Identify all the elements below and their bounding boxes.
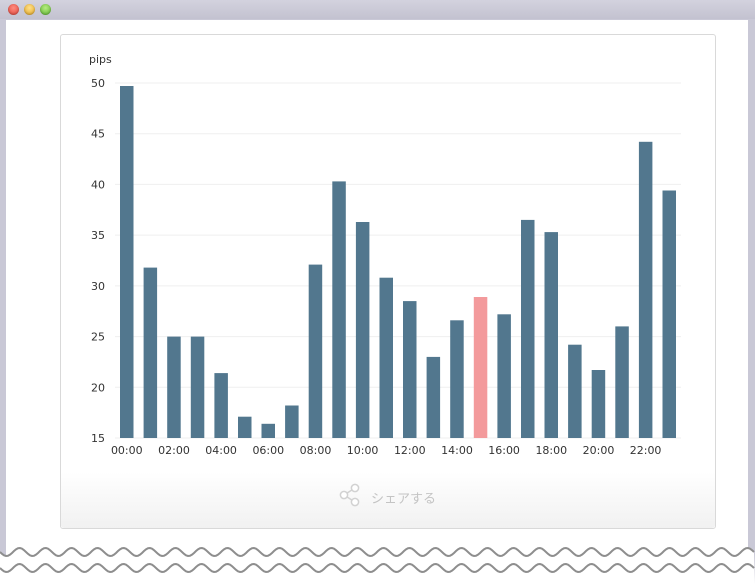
x-tick-label: 16:00 xyxy=(488,444,520,457)
bar-0200[interactable] xyxy=(167,336,181,438)
bar-2200[interactable] xyxy=(638,141,653,439)
bar-0600[interactable] xyxy=(261,423,276,438)
bar-1100[interactable] xyxy=(379,277,394,438)
x-tick-label: 02:00 xyxy=(158,444,190,457)
x-tick-label: 10:00 xyxy=(347,444,379,457)
bar-1500[interactable] xyxy=(473,297,488,438)
y-tick-label: 45 xyxy=(91,128,105,141)
share-label: シェアする xyxy=(371,491,437,507)
x-axis-ticks: 00:00 02:00 04:00 06:00 08:00 10:00 12:00 14:00… xyxy=(111,444,662,457)
bar-series xyxy=(120,86,677,439)
x-tick-label: 06:00 xyxy=(252,444,284,457)
y-tick-label: 40 xyxy=(91,178,105,191)
bar-0400[interactable] xyxy=(214,373,228,438)
bar-0300[interactable] xyxy=(190,336,205,438)
chart-card: pips 15 20 25 30 35 40 45 50 00:00 02:00 04:00 06:… xyxy=(60,34,716,529)
maximize-window-button[interactable] xyxy=(40,4,51,15)
y-tick-label: 25 xyxy=(91,331,105,344)
x-tick-label: 08:00 xyxy=(300,444,332,457)
bar-1300[interactable] xyxy=(426,356,441,438)
bar-1800[interactable] xyxy=(544,232,559,438)
y-tick-label: 35 xyxy=(91,229,105,242)
y-tick-label: 50 xyxy=(91,77,105,90)
x-tick-label: 12:00 xyxy=(394,444,426,457)
bar-2300[interactable] xyxy=(662,190,677,439)
close-window-button[interactable] xyxy=(8,4,19,15)
y-axis-label: pips xyxy=(89,53,112,66)
browser-window: pips 15 20 25 30 35 40 45 50 00:00 02:00 04:00 06:… xyxy=(0,0,755,584)
x-tick-label: 20:00 xyxy=(583,444,615,457)
bar-2000[interactable] xyxy=(591,370,606,438)
y-tick-label: 20 xyxy=(91,381,105,394)
x-tick-label: 04:00 xyxy=(205,444,237,457)
share-icon xyxy=(339,483,361,511)
title-bar xyxy=(0,0,755,19)
bar-1400[interactable] xyxy=(450,320,464,438)
share-button[interactable]: シェアする xyxy=(339,483,437,511)
y-tick-label: 15 xyxy=(91,432,105,445)
y-axis-ticks: 15 20 25 30 35 40 45 50 xyxy=(91,77,105,445)
bar-2100[interactable] xyxy=(615,326,629,438)
bar-chart: pips 15 20 25 30 35 40 45 50 00:00 02:00 04:00 06:… xyxy=(89,53,681,457)
bar-1000[interactable] xyxy=(355,222,370,438)
bar-0100[interactable] xyxy=(143,267,158,438)
bar-0700[interactable] xyxy=(285,405,299,439)
x-tick-label: 22:00 xyxy=(630,444,662,457)
torn-edge xyxy=(0,547,755,584)
bar-0900[interactable] xyxy=(332,181,346,438)
bar-1200[interactable] xyxy=(403,301,417,438)
bar-1700[interactable] xyxy=(521,219,535,438)
card-footer: シェアする xyxy=(61,472,715,528)
minimize-window-button[interactable] xyxy=(24,4,35,15)
x-tick-label: 14:00 xyxy=(441,444,473,457)
bar-1600[interactable] xyxy=(497,314,511,438)
bar-0500[interactable] xyxy=(238,416,252,438)
bar-0800[interactable] xyxy=(308,264,323,438)
y-tick-label: 30 xyxy=(91,280,105,293)
bar-1900[interactable] xyxy=(568,344,582,438)
x-tick-label: 00:00 xyxy=(111,444,143,457)
x-tick-label: 18:00 xyxy=(535,444,567,457)
bar-0000[interactable] xyxy=(120,86,134,438)
page-content: pips 15 20 25 30 35 40 45 50 00:00 02:00 04:00 06:… xyxy=(6,20,748,560)
